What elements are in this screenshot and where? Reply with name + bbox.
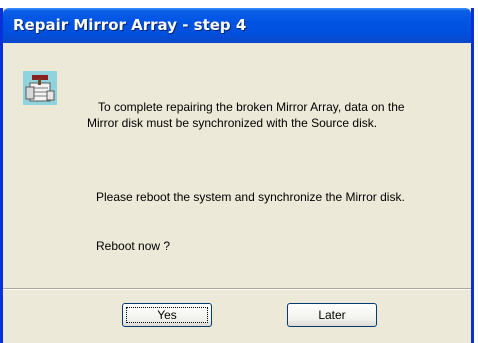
question-text: Reboot now ? [96,239,171,253]
later-button-label: Later [318,308,346,322]
message-line-1: To complete repairing the broken Mirror … [98,100,405,114]
dialog-title: Repair Mirror Array - step 4 [13,16,247,34]
message-line-2: Mirror disk must be synchronized with th… [87,116,378,130]
disk-repair-icon [23,71,57,105]
yes-button[interactable]: Yes [122,303,212,327]
button-separator [3,288,471,290]
yes-button-label: Yes [157,308,177,322]
dialog-window: Repair Mirror Array - step 4 To complete… [0,8,474,343]
later-button[interactable]: Later [287,303,377,327]
instruction-text: Please reboot the system and synchronize… [96,190,405,204]
title-bar[interactable]: Repair Mirror Array - step 4 [3,8,471,43]
